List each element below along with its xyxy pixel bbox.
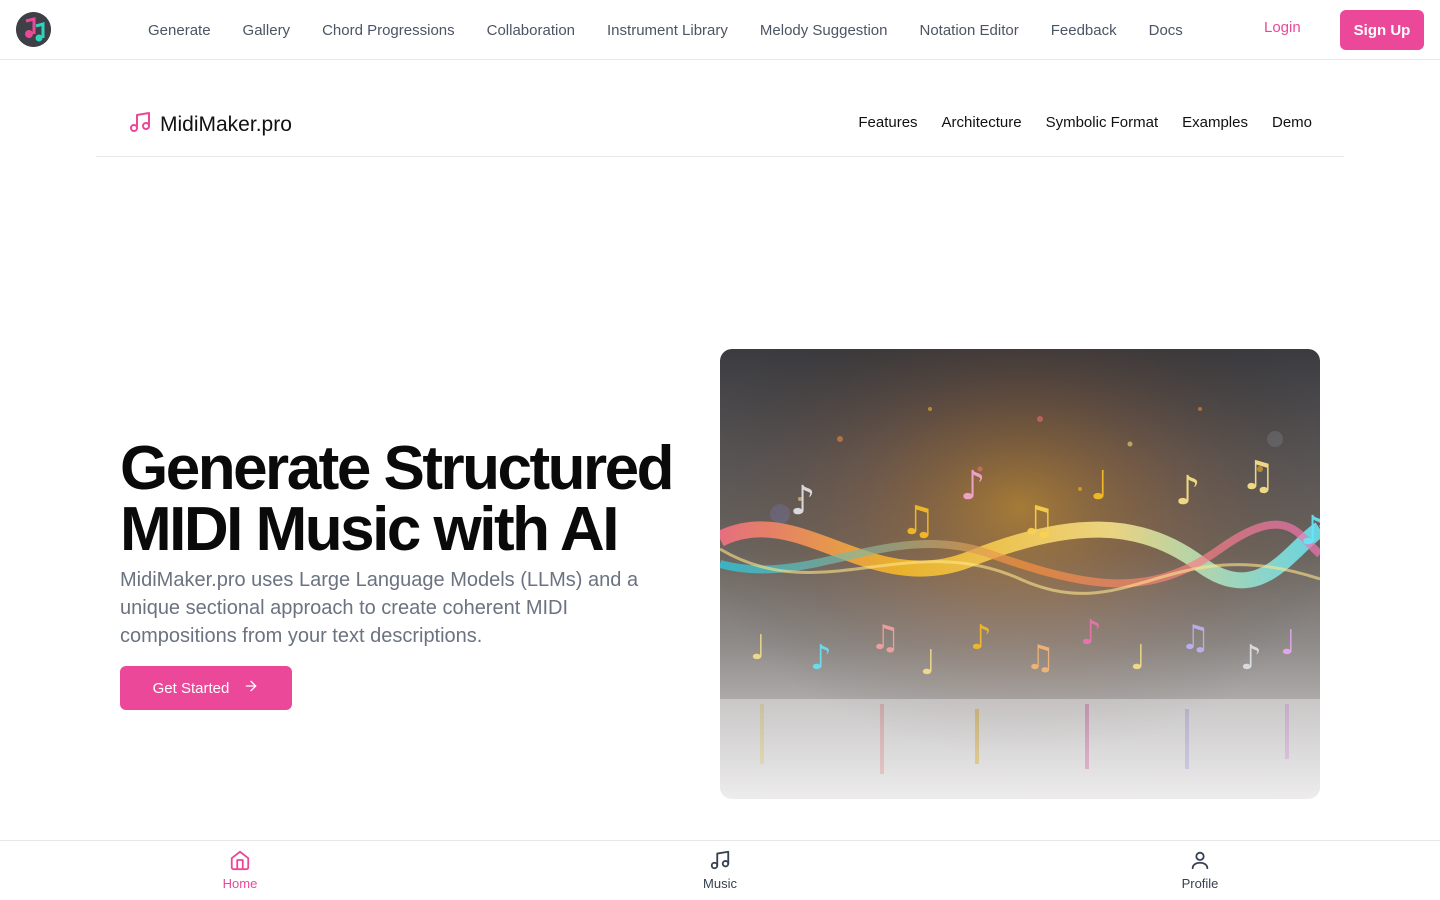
- top-nav-gallery[interactable]: Gallery: [243, 22, 291, 39]
- music-notes-wave-illustration: ♫ ♩ ♪ ♫ ♪ ♪ ♫ ♪ ♩ ♪ ♫ ♩ ♪ ♫ ♪ ♩ ♫ ♪ ♩: [720, 349, 1320, 799]
- app-logo-icon[interactable]: [16, 12, 51, 47]
- home-icon: [229, 849, 251, 874]
- svg-text:♩: ♩: [750, 628, 766, 668]
- hero-title-line1: Generate Structured: [120, 434, 675, 503]
- get-started-label: Get Started: [152, 679, 230, 697]
- music-note-icon: [709, 849, 731, 874]
- site-nav-demo[interactable]: Demo: [1272, 114, 1312, 131]
- top-nav-generate[interactable]: Generate: [148, 22, 211, 39]
- hero-image: ♫ ♩ ♪ ♫ ♪ ♪ ♫ ♪ ♩ ♪ ♫ ♩ ♪ ♫ ♪ ♩ ♫ ♪ ♩: [720, 349, 1320, 799]
- svg-text:♫: ♫: [1240, 453, 1276, 499]
- hero-title: Generate Structured MIDI Music with AI: [120, 438, 700, 561]
- svg-text:♩: ♩: [1130, 638, 1146, 678]
- site-nav-architecture[interactable]: Architecture: [942, 114, 1022, 131]
- svg-text:♪: ♪: [810, 638, 832, 678]
- svg-text:♩: ♩: [1090, 463, 1109, 509]
- get-started-button[interactable]: Get Started: [120, 666, 292, 710]
- site-nav-symbolic-format[interactable]: Symbolic Format: [1046, 114, 1159, 131]
- site-header: MidiMaker.pro Features Architecture Symb…: [96, 90, 1344, 157]
- brand[interactable]: MidiMaker.pro: [128, 110, 292, 139]
- tab-profile-label: Profile: [1181, 876, 1219, 891]
- svg-text:♫: ♫: [1025, 638, 1055, 678]
- hero-title-line2: MIDI Music with AI: [120, 495, 619, 564]
- tab-home[interactable]: Home: [200, 849, 280, 891]
- svg-text:♪: ♪: [1175, 468, 1201, 514]
- svg-text:♪: ♪: [1240, 638, 1262, 678]
- top-nav-melody-suggestion[interactable]: Melody Suggestion: [760, 22, 888, 39]
- svg-text:♪: ♪: [970, 618, 992, 658]
- site-nav: Features Architecture Symbolic Format Ex…: [858, 114, 1312, 131]
- login-link[interactable]: Login: [1264, 19, 1301, 36]
- brand-name: MidiMaker.pro: [160, 112, 292, 136]
- svg-text:♫: ♫: [1180, 618, 1210, 658]
- site-nav-examples[interactable]: Examples: [1182, 114, 1248, 131]
- arrow-right-icon: [243, 678, 259, 698]
- svg-text:♪: ♪: [1080, 613, 1102, 653]
- tab-music-label: Music: [703, 876, 737, 891]
- svg-text:♫: ♫: [900, 498, 936, 544]
- top-nav: Generate Gallery Chord Progressions Coll…: [148, 0, 1183, 60]
- top-nav-feedback[interactable]: Feedback: [1051, 22, 1117, 39]
- user-icon: [1189, 849, 1211, 874]
- svg-text:♪: ♪: [790, 478, 816, 524]
- svg-text:♪: ♪: [1300, 508, 1320, 554]
- top-app-bar: Generate Gallery Chord Progressions Coll…: [0, 0, 1440, 60]
- music-note-icon: [128, 110, 152, 139]
- tab-profile[interactable]: Profile: [1160, 849, 1240, 891]
- svg-text:♩: ♩: [920, 643, 936, 683]
- svg-text:♪: ♪: [960, 463, 986, 509]
- svg-text:♫: ♫: [870, 618, 900, 658]
- tab-music[interactable]: Music: [680, 849, 760, 891]
- svg-text:♩: ♩: [1280, 623, 1296, 663]
- top-nav-chord-progressions[interactable]: Chord Progressions: [322, 22, 455, 39]
- site-nav-features[interactable]: Features: [858, 114, 917, 131]
- signup-button[interactable]: Sign Up: [1340, 10, 1424, 50]
- hero-subtitle: MidiMaker.pro uses Large Language Models…: [120, 569, 639, 647]
- top-nav-notation-editor[interactable]: Notation Editor: [920, 22, 1019, 39]
- top-nav-collaboration[interactable]: Collaboration: [487, 22, 575, 39]
- svg-text:♫: ♫: [1020, 498, 1056, 544]
- bottom-tab-bar: Home Music Profile: [0, 840, 1440, 900]
- top-nav-instrument-library[interactable]: Instrument Library: [607, 22, 728, 39]
- tab-home-label: Home: [222, 876, 258, 891]
- top-nav-docs[interactable]: Docs: [1149, 22, 1183, 39]
